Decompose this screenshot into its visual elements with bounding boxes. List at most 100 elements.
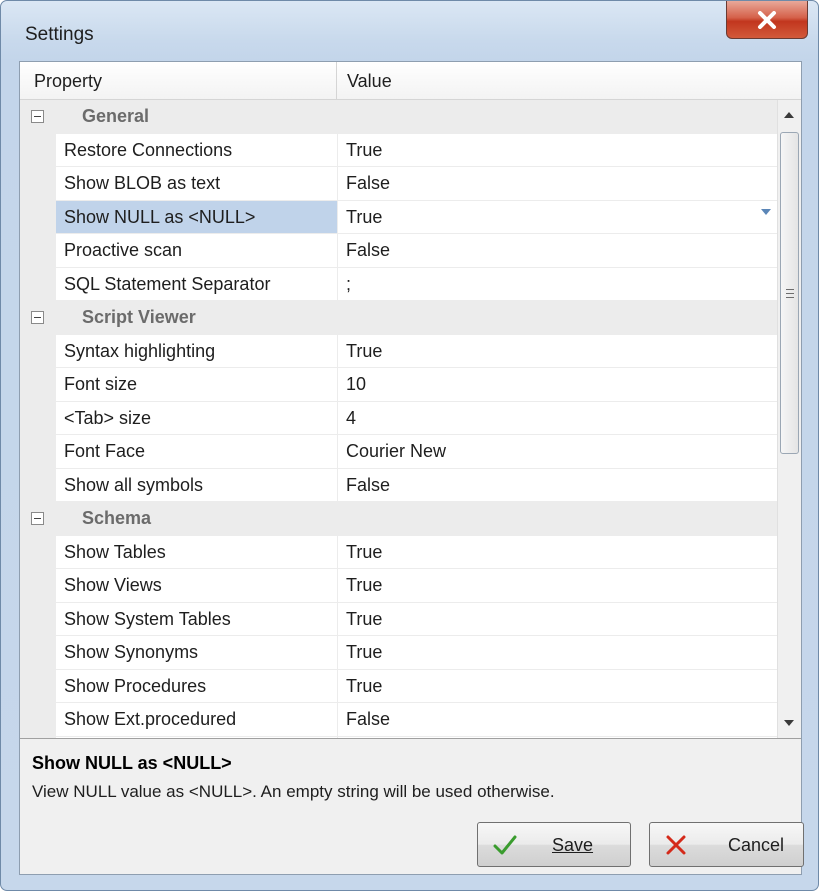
- description-title: Show NULL as <NULL>: [32, 753, 232, 773]
- row-margin: [20, 468, 56, 502]
- close-icon: [758, 11, 776, 29]
- description-panel: Show NULL as <NULL> View NULL value as <…: [20, 738, 801, 812]
- vertical-scrollbar[interactable]: [777, 100, 801, 738]
- property-value-text: 4: [346, 407, 357, 428]
- row-margin: [20, 267, 56, 301]
- property-value-text: True: [346, 608, 383, 629]
- property-name[interactable]: Font size: [56, 368, 337, 402]
- property-name[interactable]: Show System Tables: [56, 603, 337, 636]
- checkmark-icon: [493, 835, 517, 855]
- collapse-icon[interactable]: [31, 110, 44, 123]
- property-value[interactable]: True: [337, 133, 777, 167]
- property-name[interactable]: Proactive scan: [56, 234, 337, 268]
- property-value-text: False: [346, 240, 391, 260]
- save-button[interactable]: Save: [477, 822, 631, 867]
- scroll-thumb[interactable]: [780, 132, 799, 454]
- category-row[interactable]: General: [20, 100, 777, 134]
- property-value[interactable]: 4: [337, 401, 777, 435]
- category-label: Script Viewer: [82, 307, 196, 327]
- property-row[interactable]: Show all symbols False: [20, 468, 777, 502]
- dropdown-arrow-icon[interactable]: [761, 208, 771, 215]
- property-value[interactable]: Courier New: [337, 435, 777, 469]
- property-row[interactable]: Font Face Courier New: [20, 435, 777, 469]
- property-value-text: True: [346, 575, 383, 595]
- row-margin: [20, 334, 56, 368]
- property-value[interactable]: True: [337, 569, 777, 603]
- property-row[interactable]: <Tab> size 4: [20, 401, 777, 435]
- window-title: Settings: [25, 24, 94, 45]
- property-name[interactable]: Font Face: [56, 435, 337, 469]
- property-row[interactable]: Syntax highlighting True: [20, 334, 777, 368]
- scroll-up-icon[interactable]: [784, 112, 794, 118]
- column-header-property[interactable]: Property: [20, 62, 337, 99]
- dialog-body: Property Value General Restore Connection…: [19, 61, 804, 875]
- property-value[interactable]: False: [337, 167, 777, 201]
- property-name[interactable]: Show NULL as <NULL>: [56, 200, 337, 234]
- row-margin: [20, 636, 56, 670]
- property-value[interactable]: True: [337, 602, 777, 636]
- property-name[interactable]: Show Views: [56, 569, 337, 603]
- property-name[interactable]: Restore Connections: [56, 134, 337, 167]
- property-value[interactable]: True: [337, 334, 777, 368]
- row-margin: [20, 167, 56, 201]
- property-row[interactable]: Show Ext.procedured False: [20, 703, 777, 737]
- property-name[interactable]: SQL Statement Separator: [56, 268, 337, 301]
- property-value[interactable]: True: [337, 200, 777, 234]
- property-value-text: False: [346, 709, 391, 729]
- grid-rows: General Restore Connections True Show BLOB …: [20, 100, 777, 738]
- property-value[interactable]: False: [337, 468, 777, 502]
- property-name[interactable]: Show BLOB as text: [56, 167, 337, 201]
- property-value[interactable]: True: [337, 669, 777, 703]
- property-name[interactable]: Syntax highlighting: [56, 335, 337, 368]
- property-row[interactable]: Show BLOB as text False: [20, 167, 777, 201]
- grid-header: Property Value: [20, 62, 801, 100]
- property-row[interactable]: Show Synonyms True: [20, 636, 777, 670]
- property-value[interactable]: False: [337, 703, 777, 737]
- property-grid: Property Value General Restore Connection…: [20, 62, 801, 738]
- property-row[interactable]: Font size 10: [20, 368, 777, 402]
- property-value-text: True: [346, 642, 383, 662]
- property-name[interactable]: Show Tables: [56, 536, 337, 569]
- category-row[interactable]: Script Viewer: [20, 301, 777, 335]
- property-value[interactable]: True: [337, 636, 777, 670]
- property-row[interactable]: Show System Tables True: [20, 602, 777, 636]
- property-row[interactable]: Show Tables True: [20, 535, 777, 569]
- property-value-text: True: [346, 675, 383, 696]
- property-row[interactable]: SQL Statement Separator;: [20, 267, 777, 301]
- row-margin: [20, 669, 56, 703]
- row-margin: [20, 368, 56, 402]
- property-row[interactable]: Show Views True: [20, 569, 777, 603]
- property-name[interactable]: Show all symbols: [56, 469, 337, 502]
- property-name[interactable]: <Tab> size: [56, 402, 337, 435]
- collapse-icon[interactable]: [31, 512, 44, 525]
- close-button[interactable]: [726, 1, 808, 39]
- property-value-text: True: [346, 139, 383, 160]
- property-value-text: False: [346, 173, 391, 193]
- property-row[interactable]: Show Procedures True: [20, 669, 777, 703]
- property-name[interactable]: Show Procedures: [56, 670, 337, 703]
- scroll-down-icon[interactable]: [784, 720, 794, 726]
- collapse-icon[interactable]: [31, 311, 44, 324]
- title-bar[interactable]: Settings: [1, 1, 818, 61]
- property-value[interactable]: False: [337, 234, 777, 268]
- property-value-text: True: [346, 541, 383, 562]
- row-margin: [20, 703, 56, 737]
- property-row[interactable]: Restore Connections True: [20, 133, 777, 167]
- row-margin: [20, 234, 56, 268]
- cancel-button[interactable]: Cancel: [649, 822, 804, 867]
- property-value[interactable]: True: [337, 535, 777, 569]
- property-name[interactable]: Show Ext.procedured: [56, 703, 337, 737]
- property-name[interactable]: Show Synonyms: [56, 636, 337, 670]
- column-header-value[interactable]: Value: [337, 62, 801, 99]
- cancel-button-label: Cancel: [728, 835, 785, 855]
- property-value[interactable]: ;: [337, 267, 777, 301]
- category-label: General: [82, 106, 150, 126]
- category-row[interactable]: Schema: [20, 502, 777, 536]
- row-margin: [20, 435, 56, 469]
- property-value-text: 10: [346, 374, 367, 394]
- row-margin: [20, 401, 56, 435]
- property-value[interactable]: 10: [337, 368, 777, 402]
- property-row[interactable]: Show NULL as <NULL> True: [20, 200, 777, 234]
- property-row[interactable]: Proactive scan False: [20, 234, 777, 268]
- row-margin: [20, 200, 56, 234]
